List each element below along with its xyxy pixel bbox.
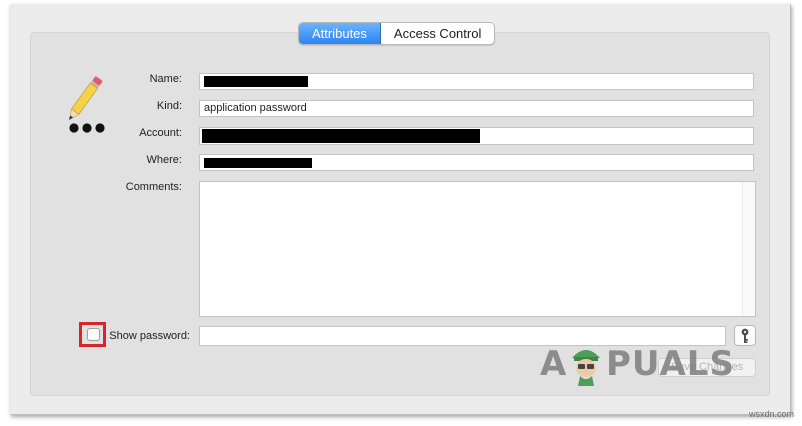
account-redaction — [202, 129, 480, 143]
account-field[interactable] — [199, 127, 754, 145]
name-field[interactable] — [199, 73, 754, 90]
where-field[interactable] — [199, 154, 754, 171]
watermark-text-right: PUALS — [606, 344, 735, 384]
tab-bar: Attributes Access Control — [298, 22, 496, 45]
source-footer: wsxdn.com — [748, 409, 794, 419]
account-label: Account: — [139, 127, 182, 139]
comments-scrollbar[interactable] — [742, 182, 755, 316]
keychain-item-window: Attributes Access Control Name: Kind: ap… — [10, 4, 791, 415]
watermark-text-left: A — [540, 344, 568, 384]
where-redaction — [204, 158, 312, 168]
kind-label: Kind: — [156, 100, 182, 112]
mascot-icon — [572, 350, 600, 386]
name-label: Name: — [149, 73, 182, 85]
comments-textarea[interactable] — [199, 181, 756, 317]
name-redaction — [204, 76, 308, 87]
kind-value: application password — [204, 102, 307, 114]
tab-access-control[interactable]: Access Control — [381, 23, 494, 44]
comments-label: Comments: — [125, 181, 182, 193]
where-label: Where: — [146, 154, 182, 166]
appuals-watermark: A PUALS — [540, 342, 750, 388]
show-password-label: Show password: — [109, 330, 190, 342]
screen: Attributes Access Control Name: Kind: ap… — [0, 0, 802, 426]
kind-field[interactable]: application password — [199, 100, 754, 117]
tab-attributes[interactable]: Attributes — [299, 23, 381, 44]
